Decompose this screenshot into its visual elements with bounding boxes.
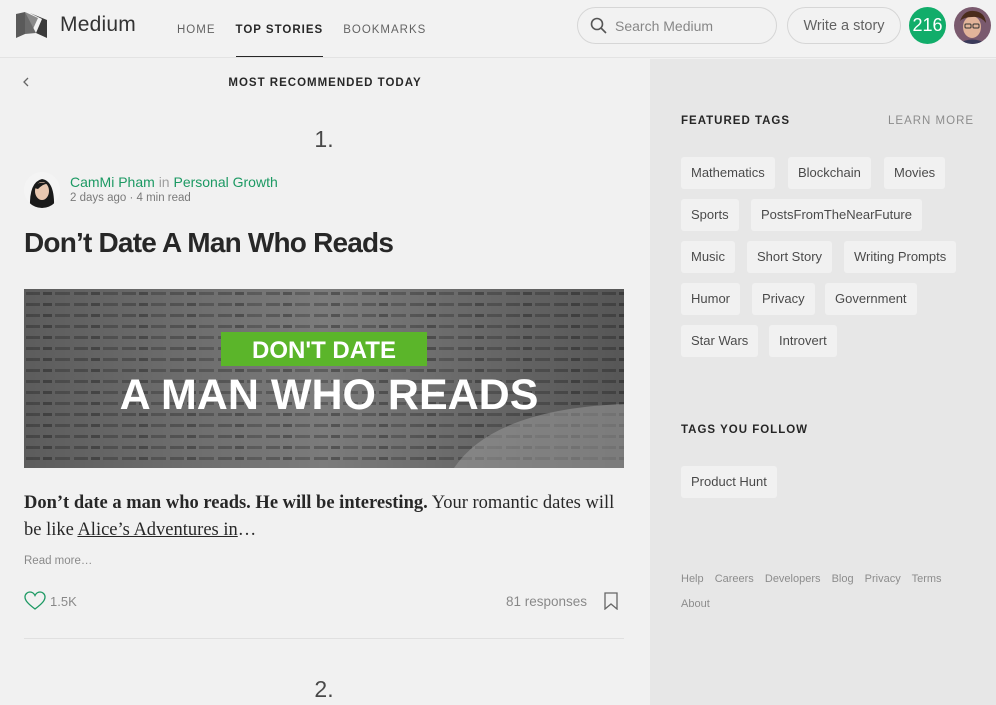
user-avatar[interactable] bbox=[954, 7, 991, 44]
hero-caption-text: A MAN WHO READS bbox=[120, 371, 539, 419]
user-avatar-image bbox=[954, 7, 991, 44]
brand-name: Medium bbox=[60, 13, 136, 36]
section-title: MOST RECOMMENDED TODAY bbox=[228, 77, 422, 89]
author-byline: CamMi Pham in Personal Growth bbox=[70, 174, 278, 190]
like-count: 1.5K bbox=[50, 593, 77, 609]
tag-star-wars[interactable]: Star Wars bbox=[681, 325, 759, 357]
hero-badge-text: DON'T DATE bbox=[252, 337, 396, 364]
author-avatar-image bbox=[24, 172, 60, 208]
story-hero-image[interactable]: DON'T DATE A MAN WHO READS bbox=[24, 289, 624, 468]
story-excerpt[interactable]: Don’t date a man who reads. He will be i… bbox=[24, 490, 624, 544]
tag-short-story[interactable]: Short Story bbox=[747, 241, 833, 273]
tag-privacy[interactable]: Privacy bbox=[752, 283, 815, 315]
tag-blockchain[interactable]: Blockchain bbox=[788, 157, 871, 189]
story-headline[interactable]: Don’t Date A Man Who Reads bbox=[24, 227, 394, 259]
search-icon bbox=[590, 17, 607, 34]
story-meta: 2 days ago · 4 min read bbox=[70, 192, 191, 204]
learn-more-link[interactable]: LEARN MORE bbox=[888, 115, 974, 127]
tag-postsfromthenearfuture[interactable]: PostsFromTheNearFuture bbox=[751, 199, 922, 231]
footer-privacy[interactable]: Privacy bbox=[865, 573, 901, 585]
sidebar: FEATURED TAGS LEARN MORE Mathematics Blo… bbox=[650, 59, 996, 705]
heart-icon bbox=[24, 591, 46, 610]
footer-careers[interactable]: Careers bbox=[715, 573, 754, 585]
footer-help[interactable]: Help bbox=[681, 573, 704, 585]
read-more-link[interactable]: Read more… bbox=[24, 555, 92, 567]
tag-writing-prompts[interactable]: Writing Prompts bbox=[844, 241, 957, 273]
publication-link[interactable]: Personal Growth bbox=[173, 174, 277, 190]
byline-in: in bbox=[158, 174, 170, 190]
tag-humor[interactable]: Humor bbox=[681, 283, 741, 315]
author-name-link[interactable]: CamMi Pham bbox=[70, 174, 155, 190]
nav-top-stories[interactable]: TOP STORIES bbox=[235, 0, 324, 57]
excerpt-bold: Don’t date a man who reads. He will be i… bbox=[24, 493, 428, 513]
footer-terms[interactable]: Terms bbox=[912, 573, 942, 585]
tag-product-hunt[interactable]: Product Hunt bbox=[681, 466, 777, 498]
story-rank: 1. bbox=[314, 126, 334, 152]
footer-blog[interactable]: Blog bbox=[832, 573, 854, 585]
tag-music[interactable]: Music bbox=[681, 241, 735, 273]
tag-mathematics[interactable]: Mathematics bbox=[681, 157, 775, 189]
like-button[interactable]: 1.5K bbox=[24, 591, 77, 611]
nav-home[interactable]: HOME bbox=[177, 0, 216, 58]
medium-logo-icon bbox=[16, 12, 47, 38]
excerpt-link[interactable]: Alice’s Adventures in bbox=[77, 520, 237, 540]
bookmark-icon[interactable] bbox=[604, 592, 618, 610]
tag-movies[interactable]: Movies bbox=[884, 157, 946, 189]
story-divider bbox=[24, 638, 624, 639]
responses-link[interactable]: 81 responses bbox=[506, 594, 587, 609]
medium-logo[interactable]: Medium bbox=[16, 11, 136, 39]
footer-links: Help Careers Developers Blog Privacy Ter… bbox=[681, 567, 971, 617]
author-avatar[interactable] bbox=[24, 172, 60, 208]
tag-sports[interactable]: Sports bbox=[681, 199, 739, 231]
top-navigation-bar: Medium HOME TOP STORIES BOOKMARKS Write … bbox=[0, 0, 996, 58]
tag-government[interactable]: Government bbox=[825, 283, 917, 315]
footer-developers[interactable]: Developers bbox=[765, 573, 821, 585]
tag-introvert[interactable]: Introvert bbox=[769, 325, 837, 357]
hero-book-image: DON'T DATE A MAN WHO READS bbox=[24, 289, 624, 468]
tags-you-follow-heading: TAGS YOU FOLLOW bbox=[681, 424, 809, 436]
main-nav: HOME TOP STORIES BOOKMARKS bbox=[177, 0, 446, 58]
write-story-button[interactable]: Write a story bbox=[787, 7, 901, 44]
main-column: MOST RECOMMENDED TODAY 1. CamMi Pham in … bbox=[0, 59, 650, 705]
nav-bookmarks[interactable]: BOOKMARKS bbox=[343, 0, 426, 58]
footer-about[interactable]: About bbox=[681, 598, 710, 610]
search-box[interactable] bbox=[577, 7, 777, 44]
featured-tags-heading: FEATURED TAGS bbox=[681, 115, 791, 127]
excerpt-ellipsis: … bbox=[237, 520, 257, 540]
notifications-badge[interactable]: 216 bbox=[909, 7, 946, 44]
search-input[interactable] bbox=[615, 17, 765, 34]
story-rank: 2. bbox=[314, 676, 334, 702]
